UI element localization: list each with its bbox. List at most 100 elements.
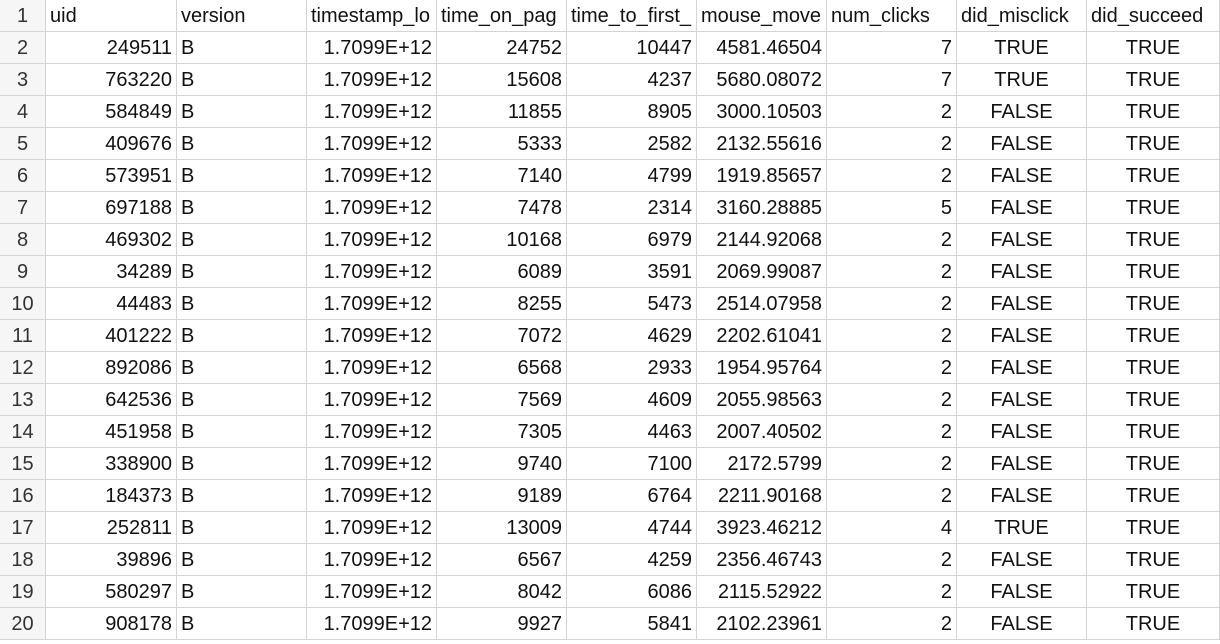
table-cell[interactable]: 2202.61041 xyxy=(697,320,827,352)
table-cell[interactable]: FALSE xyxy=(957,544,1087,576)
table-cell[interactable]: FALSE xyxy=(957,192,1087,224)
table-cell[interactable]: 2211.90168 xyxy=(697,480,827,512)
table-cell[interactable]: 1919.85657 xyxy=(697,160,827,192)
row-number[interactable]: 14 xyxy=(0,416,46,448)
table-cell[interactable]: 469302 xyxy=(46,224,177,256)
table-cell[interactable]: 1.7099E+12 xyxy=(307,224,437,256)
table-cell[interactable]: 2314 xyxy=(567,192,697,224)
table-cell[interactable]: B xyxy=(177,416,307,448)
table-cell[interactable]: 6979 xyxy=(567,224,697,256)
column-header-cell[interactable]: timestamp_lo xyxy=(307,0,437,32)
table-cell[interactable]: 2 xyxy=(827,160,957,192)
table-cell[interactable]: FALSE xyxy=(957,256,1087,288)
table-cell[interactable]: 3160.28885 xyxy=(697,192,827,224)
table-cell[interactable]: 2582 xyxy=(567,128,697,160)
table-cell[interactable]: 2 xyxy=(827,448,957,480)
row-number[interactable]: 5 xyxy=(0,128,46,160)
table-cell[interactable]: 8042 xyxy=(437,576,567,608)
table-cell[interactable]: 697188 xyxy=(46,192,177,224)
row-number[interactable]: 10 xyxy=(0,288,46,320)
table-cell[interactable]: TRUE xyxy=(1087,160,1220,192)
table-cell[interactable]: TRUE xyxy=(1087,32,1220,64)
table-cell[interactable]: 1.7099E+12 xyxy=(307,64,437,96)
table-cell[interactable]: FALSE xyxy=(957,96,1087,128)
table-cell[interactable]: FALSE xyxy=(957,320,1087,352)
table-cell[interactable]: 2144.92068 xyxy=(697,224,827,256)
table-cell[interactable]: 2514.07958 xyxy=(697,288,827,320)
table-cell[interactable]: 1.7099E+12 xyxy=(307,256,437,288)
table-cell[interactable]: 13009 xyxy=(437,512,567,544)
table-cell[interactable]: 1.7099E+12 xyxy=(307,128,437,160)
table-cell[interactable]: 24752 xyxy=(437,32,567,64)
table-cell[interactable]: 2 xyxy=(827,384,957,416)
table-cell[interactable]: 1.7099E+12 xyxy=(307,288,437,320)
table-cell[interactable]: 5473 xyxy=(567,288,697,320)
table-cell[interactable]: 1.7099E+12 xyxy=(307,544,437,576)
row-number[interactable]: 15 xyxy=(0,448,46,480)
table-cell[interactable]: TRUE xyxy=(1087,96,1220,128)
column-header-cell[interactable]: num_clicks xyxy=(827,0,957,32)
table-cell[interactable]: 892086 xyxy=(46,352,177,384)
table-cell[interactable]: 573951 xyxy=(46,160,177,192)
table-cell[interactable]: 2 xyxy=(827,256,957,288)
table-cell[interactable]: 2069.99087 xyxy=(697,256,827,288)
table-cell[interactable]: B xyxy=(177,384,307,416)
table-cell[interactable]: 7 xyxy=(827,64,957,96)
table-cell[interactable]: 3000.10503 xyxy=(697,96,827,128)
table-cell[interactable]: 1.7099E+12 xyxy=(307,416,437,448)
table-cell[interactable]: B xyxy=(177,160,307,192)
table-cell[interactable]: 409676 xyxy=(46,128,177,160)
table-cell[interactable]: TRUE xyxy=(1087,608,1220,640)
table-cell[interactable]: 4629 xyxy=(567,320,697,352)
table-cell[interactable]: 1.7099E+12 xyxy=(307,320,437,352)
table-cell[interactable]: 2 xyxy=(827,576,957,608)
table-cell[interactable]: B xyxy=(177,448,307,480)
table-cell[interactable]: 2 xyxy=(827,128,957,160)
table-cell[interactable]: 2 xyxy=(827,320,957,352)
table-cell[interactable]: 584849 xyxy=(46,96,177,128)
table-cell[interactable]: FALSE xyxy=(957,352,1087,384)
table-cell[interactable]: 4609 xyxy=(567,384,697,416)
table-cell[interactable]: 2 xyxy=(827,352,957,384)
table-cell[interactable]: 1.7099E+12 xyxy=(307,480,437,512)
table-cell[interactable]: 10168 xyxy=(437,224,567,256)
table-cell[interactable]: 11855 xyxy=(437,96,567,128)
table-cell[interactable]: 7478 xyxy=(437,192,567,224)
table-cell[interactable]: 249511 xyxy=(46,32,177,64)
table-cell[interactable]: FALSE xyxy=(957,416,1087,448)
row-number[interactable]: 8 xyxy=(0,224,46,256)
table-cell[interactable]: 2 xyxy=(827,224,957,256)
table-cell[interactable]: TRUE xyxy=(1087,416,1220,448)
table-cell[interactable]: FALSE xyxy=(957,608,1087,640)
table-cell[interactable]: B xyxy=(177,320,307,352)
column-header-cell[interactable]: did_misclick xyxy=(957,0,1087,32)
table-cell[interactable]: 2 xyxy=(827,544,957,576)
table-cell[interactable]: 1.7099E+12 xyxy=(307,32,437,64)
table-cell[interactable]: 4463 xyxy=(567,416,697,448)
table-cell[interactable]: TRUE xyxy=(1087,224,1220,256)
table-cell[interactable]: 34289 xyxy=(46,256,177,288)
table-cell[interactable]: FALSE xyxy=(957,480,1087,512)
table-cell[interactable]: 2007.40502 xyxy=(697,416,827,448)
table-cell[interactable]: TRUE xyxy=(1087,128,1220,160)
table-cell[interactable]: TRUE xyxy=(1087,480,1220,512)
table-cell[interactable]: 8255 xyxy=(437,288,567,320)
table-cell[interactable]: TRUE xyxy=(957,32,1087,64)
table-cell[interactable]: TRUE xyxy=(1087,448,1220,480)
table-cell[interactable]: 4237 xyxy=(567,64,697,96)
column-header-cell[interactable]: mouse_move xyxy=(697,0,827,32)
table-cell[interactable]: B xyxy=(177,224,307,256)
table-cell[interactable]: TRUE xyxy=(1087,544,1220,576)
table-cell[interactable]: B xyxy=(177,96,307,128)
row-number[interactable]: 18 xyxy=(0,544,46,576)
row-number[interactable]: 19 xyxy=(0,576,46,608)
row-number[interactable]: 16 xyxy=(0,480,46,512)
table-cell[interactable]: 39896 xyxy=(46,544,177,576)
row-number[interactable]: 7 xyxy=(0,192,46,224)
table-cell[interactable]: 2 xyxy=(827,608,957,640)
row-number[interactable]: 2 xyxy=(0,32,46,64)
table-cell[interactable]: B xyxy=(177,192,307,224)
row-number[interactable]: 13 xyxy=(0,384,46,416)
table-cell[interactable]: 6089 xyxy=(437,256,567,288)
table-cell[interactable]: 642536 xyxy=(46,384,177,416)
